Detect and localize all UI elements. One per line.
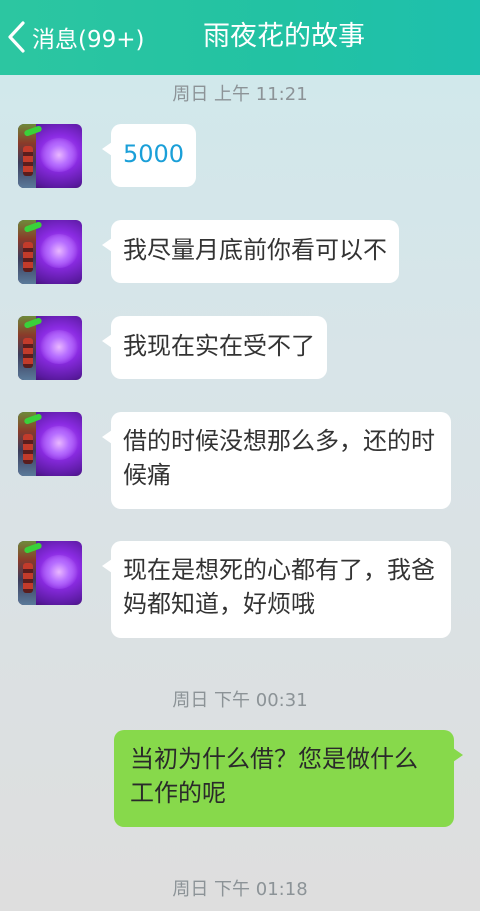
message-bubble[interactable]: 我尽量月底前你看可以不 [102,220,399,283]
avatar[interactable] [18,412,82,476]
timestamp: 周日 下午 00:31 [172,690,308,711]
message-bubble[interactable]: 5000 [101,124,197,187]
avatar[interactable] [18,541,82,605]
my-message-bubble[interactable]: 当初为什么借？您是做什么工作的呢 [114,730,463,827]
message-bubble[interactable]: 借的时候没想那么多，还的时候痛 [102,412,451,509]
back-button[interactable]: 消息(99+) [6,17,144,57]
timestamp: 周日 下午 01:18 [172,879,308,900]
chevron-left-icon [8,21,25,53]
avatar[interactable] [18,220,82,284]
avatar[interactable] [18,316,82,380]
avatar[interactable] [18,124,82,188]
message-bubble[interactable]: 现在是想死的心都有了，我爸妈都知道，好烦哦 [102,541,451,638]
chat-header: 消息(99+) 雨夜花的故事 [0,0,480,75]
back-label: 消息(99+) [32,27,145,53]
timestamp: 周日 上午 11:21 [172,84,308,105]
message-bubble[interactable]: 我现在实在受不了 [102,316,327,379]
